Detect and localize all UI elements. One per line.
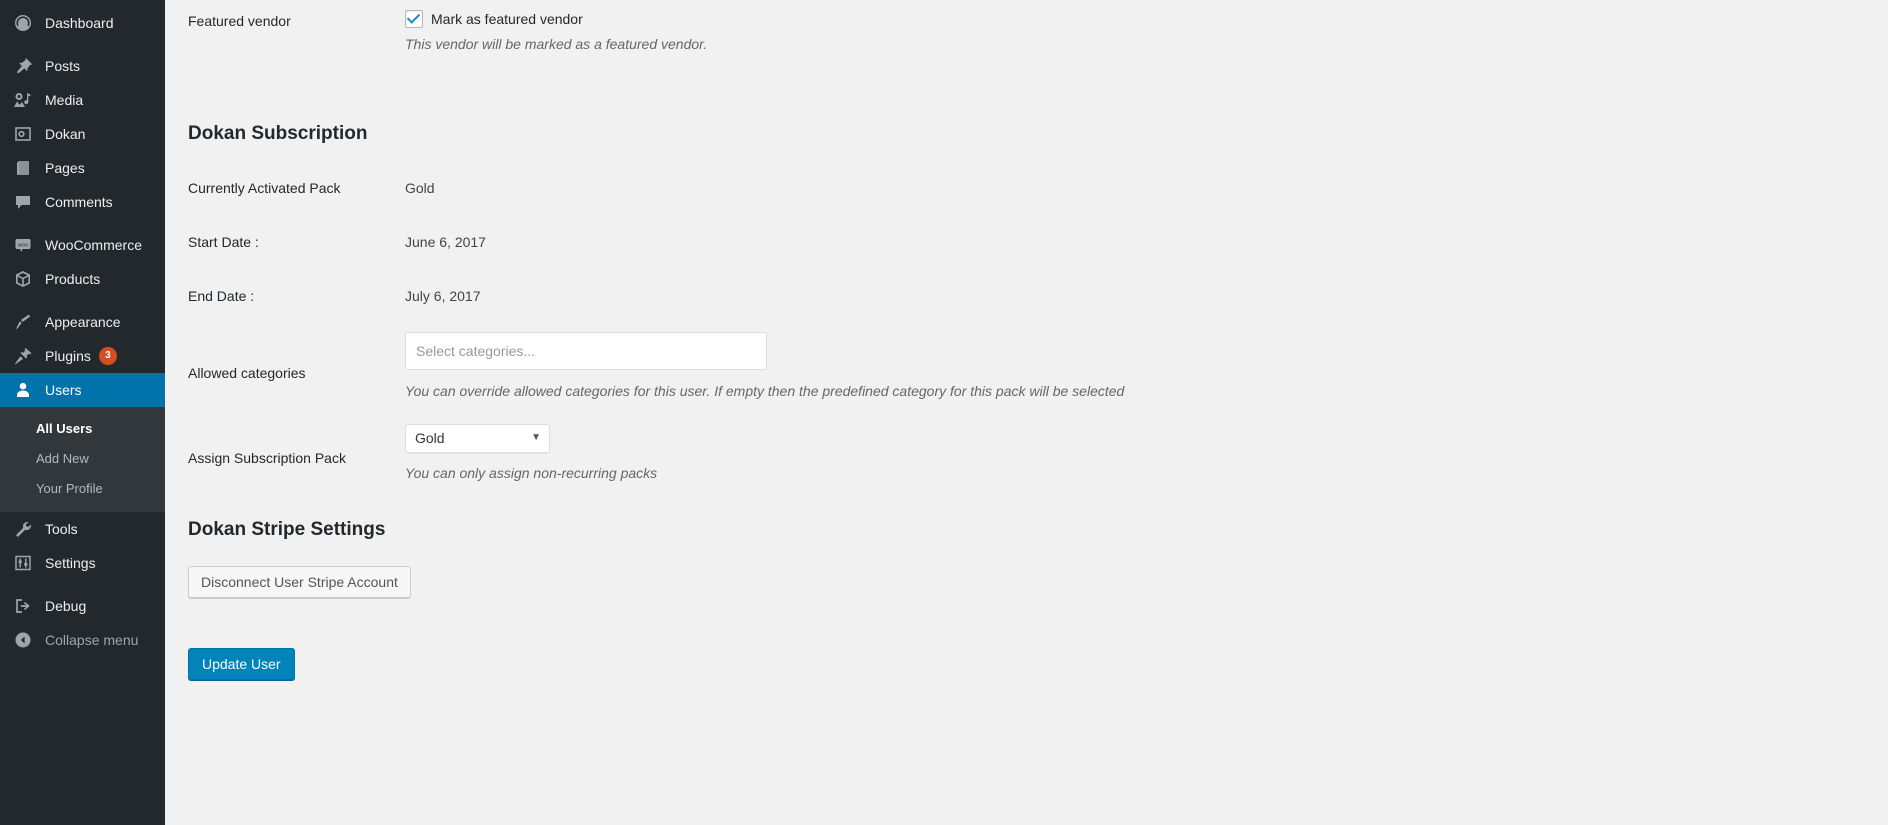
sliders-icon bbox=[9, 553, 37, 573]
end-date-value: July 6, 2017 bbox=[405, 287, 481, 304]
sidebar-item-label: Dashboard bbox=[45, 15, 114, 31]
currently-activated-pack-label: Currently Activated Pack bbox=[188, 179, 341, 196]
sidebar-item-media[interactable]: Media bbox=[0, 83, 165, 117]
collapse-arrow-icon bbox=[9, 630, 37, 650]
sidebar-item-comments[interactable]: Comments bbox=[0, 185, 165, 219]
menu-separator bbox=[0, 219, 165, 228]
currently-activated-pack-row: Currently Activated Pack Gold bbox=[165, 180, 1888, 196]
sidebar-item-label: Plugins bbox=[45, 348, 91, 364]
sidebar-item-debug[interactable]: Debug bbox=[0, 589, 165, 623]
currently-activated-pack-value: Gold bbox=[405, 179, 435, 196]
main-content: Featured vendor Mark as featured vendor … bbox=[165, 0, 1888, 825]
assign-subscription-pack-select[interactable]: Gold ▼ bbox=[405, 423, 550, 453]
sidebar-item-label: Dokan bbox=[45, 126, 86, 142]
assign-subscription-pack-selected: Gold bbox=[415, 430, 445, 447]
collapse-menu-button[interactable]: Collapse menu bbox=[0, 623, 165, 657]
update-user-button[interactable]: Update User bbox=[188, 648, 295, 681]
sidebar-item-label: Tools bbox=[45, 521, 78, 537]
wp-admin-screen: Dashboard Posts Media Dokan Pages Commen… bbox=[0, 0, 1888, 825]
sidebar-item-label: Pages bbox=[45, 160, 85, 176]
sidebar-item-pages[interactable]: Pages bbox=[0, 151, 165, 185]
assign-subscription-pack-row: Assign Subscription Pack Gold ▼ You can … bbox=[165, 423, 1888, 484]
sidebar-item-label: Media bbox=[45, 92, 84, 108]
sidebar-item-label: Debug bbox=[45, 598, 87, 614]
dokan-subscription-heading: Dokan Subscription bbox=[188, 123, 368, 144]
submit-actions: Update User bbox=[188, 648, 1888, 681]
sidebar-item-tools[interactable]: Tools bbox=[0, 512, 165, 546]
comment-icon bbox=[9, 192, 37, 212]
stripe-actions: Disconnect User Stripe Account bbox=[188, 566, 1888, 599]
brush-icon bbox=[9, 312, 37, 332]
allowed-categories-field: Select categories... You can override al… bbox=[395, 331, 1888, 402]
svg-text:woo: woo bbox=[17, 243, 28, 249]
chevron-down-icon: ▼ bbox=[531, 432, 541, 444]
menu-separator bbox=[0, 296, 165, 305]
menu-separator bbox=[0, 580, 165, 589]
featured-vendor-label: Featured vendor bbox=[188, 13, 291, 29]
sidebar-item-label: Comments bbox=[45, 194, 113, 210]
featured-vendor-checkbox[interactable] bbox=[405, 10, 423, 28]
assign-subscription-pack-label: Assign Subscription Pack bbox=[188, 449, 346, 466]
pin-icon bbox=[9, 56, 37, 76]
user-icon bbox=[9, 380, 37, 400]
plugins-update-badge: 3 bbox=[98, 347, 117, 365]
start-date-row: Start Date : June 6, 2017 bbox=[165, 234, 1888, 250]
dokan-stripe-heading-wrap: Dokan Stripe Settings bbox=[188, 518, 1888, 543]
sidebar-item-settings[interactable]: Settings bbox=[0, 546, 165, 580]
submenu-item-all-users[interactable]: All Users bbox=[0, 414, 165, 444]
allowed-categories-label: Allowed categories bbox=[188, 364, 306, 381]
sidebar-item-dashboard[interactable]: Dashboard bbox=[0, 6, 165, 40]
sidebar-item-label: Products bbox=[45, 271, 101, 287]
users-submenu: All Users Add New Your Profile bbox=[0, 407, 165, 512]
sidebar-item-users[interactable]: Users bbox=[0, 373, 173, 407]
exit-icon bbox=[9, 596, 37, 616]
pages-icon bbox=[9, 158, 37, 178]
end-date-row: End Date : July 6, 2017 bbox=[165, 288, 1888, 304]
sidebar-item-label: Users bbox=[45, 382, 82, 398]
sidebar-item-label: WooCommerce bbox=[45, 237, 142, 253]
allowed-categories-row: Allowed categories Select categories... … bbox=[165, 331, 1888, 402]
sidebar-item-label: Appearance bbox=[45, 314, 121, 330]
featured-vendor-field: Mark as featured vendor This vendor will… bbox=[395, 4, 1888, 70]
start-date-label: Start Date : bbox=[188, 233, 259, 250]
woo-icon: woo bbox=[9, 235, 37, 255]
wrench-icon bbox=[9, 519, 37, 539]
submenu-item-your-profile[interactable]: Your Profile bbox=[0, 474, 165, 504]
start-date-value: June 6, 2017 bbox=[405, 233, 486, 250]
box-icon bbox=[9, 269, 37, 289]
sidebar-item-posts[interactable]: Posts bbox=[0, 49, 165, 83]
sidebar-item-plugins[interactable]: Plugins 3 bbox=[0, 339, 165, 373]
dokan-icon bbox=[9, 124, 37, 144]
allowed-categories-input[interactable]: Select categories... bbox=[405, 331, 767, 370]
submenu-item-add-new[interactable]: Add New bbox=[0, 444, 165, 474]
featured-vendor-checkbox-label: Mark as featured vendor bbox=[431, 11, 583, 27]
dokan-stripe-heading: Dokan Stripe Settings bbox=[188, 518, 386, 540]
featured-vendor-description: This vendor will be marked as a featured… bbox=[405, 36, 708, 52]
sidebar-item-products[interactable]: Products bbox=[0, 262, 165, 296]
admin-sidebar: Dashboard Posts Media Dokan Pages Commen… bbox=[0, 0, 173, 825]
dashboard-icon bbox=[9, 13, 37, 33]
end-date-label: End Date : bbox=[188, 287, 255, 304]
featured-vendor-checkbox-row[interactable]: Mark as featured vendor bbox=[405, 10, 1878, 28]
menu-separator bbox=[0, 40, 165, 49]
sidebar-item-dokan[interactable]: Dokan bbox=[0, 117, 165, 151]
sidebar-item-appearance[interactable]: Appearance bbox=[0, 305, 165, 339]
dokan-subscription-heading-wrap: Dokan Subscription bbox=[188, 122, 1888, 147]
collapse-menu-label: Collapse menu bbox=[45, 632, 139, 648]
assign-subscription-pack-field: Gold ▼ You can only assign non-recurring… bbox=[395, 423, 1888, 484]
disconnect-stripe-account-button[interactable]: Disconnect User Stripe Account bbox=[188, 566, 411, 599]
featured-vendor-row: Featured vendor Mark as featured vendor … bbox=[165, 0, 1888, 70]
sidebar-item-woocommerce[interactable]: woo WooCommerce bbox=[0, 228, 165, 262]
allowed-categories-description: You can override allowed categories for … bbox=[405, 382, 1125, 399]
plug-icon bbox=[9, 346, 37, 366]
sidebar-item-label: Settings bbox=[45, 555, 96, 571]
assign-subscription-pack-description: You can only assign non-recurring packs bbox=[405, 464, 658, 481]
media-icon bbox=[9, 90, 37, 110]
sidebar-item-label: Posts bbox=[45, 58, 81, 74]
